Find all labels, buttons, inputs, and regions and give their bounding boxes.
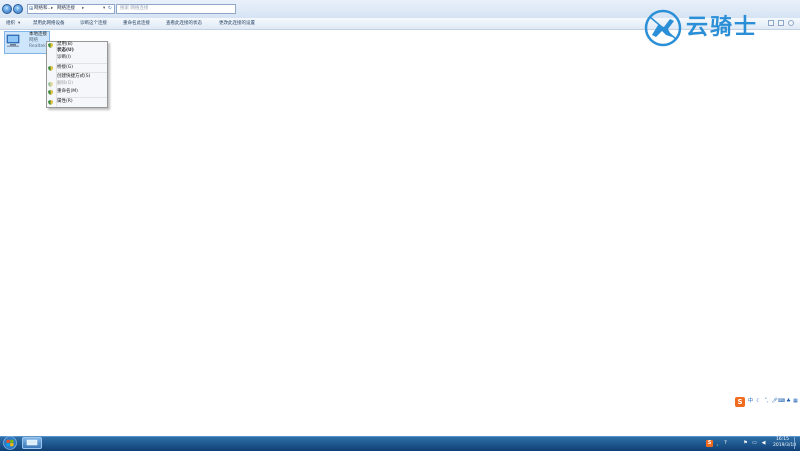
connection-status: 网络	[29, 38, 38, 43]
breadcrumb-separator-icon[interactable]: ▸	[82, 5, 84, 13]
menu-item-diagnose[interactable]: 诊断(I)	[57, 55, 71, 61]
uac-shield-icon	[48, 82, 53, 87]
back-button[interactable]: ‹	[2, 4, 12, 14]
tray-sogou-icon[interactable]: S	[706, 440, 713, 447]
search-placeholder: 搜索 网络连接	[120, 6, 149, 11]
preview-pane-icon[interactable]	[778, 20, 784, 26]
organize-button[interactable]: 组织	[6, 20, 15, 27]
forward-button[interactable]: ›	[13, 4, 23, 14]
network-window-icon	[26, 439, 38, 446]
tray-ime-options-icon[interactable]: ‸	[714, 440, 721, 447]
taskbar	[0, 436, 800, 451]
help-icon[interactable]	[788, 20, 794, 26]
breadcrumb-item-network[interactable]: 网络和...	[34, 5, 52, 13]
view-options-icon[interactable]	[768, 20, 774, 26]
disable-device-button[interactable]: 禁用此网络设备	[33, 20, 65, 27]
menu-item-delete: 删除(D)	[57, 81, 73, 86]
uac-shield-icon	[48, 43, 53, 48]
network-adapter-icon	[6, 34, 20, 47]
rename-button[interactable]: 重命名此连接	[123, 20, 150, 27]
connection-adapter: Realtek	[29, 44, 46, 49]
mic-icon[interactable]: 🎤︎	[771, 398, 778, 405]
uac-shield-icon	[48, 66, 53, 71]
show-desktop-button[interactable]	[794, 437, 800, 449]
speaker-icon[interactable]: ◀	[760, 440, 767, 447]
menu-separator	[57, 63, 107, 64]
search-input[interactable]: 搜索 网络连接	[116, 4, 236, 14]
refresh-icon[interactable]: ↻	[108, 5, 112, 13]
uac-shield-icon	[48, 100, 53, 105]
organize-dropdown-icon: ▾	[18, 21, 21, 26]
sogou-ime-logo[interactable]: S	[735, 397, 745, 407]
change-settings-button[interactable]: 更改此连接的设置	[219, 20, 255, 27]
punct-icon[interactable]: ˚,	[763, 398, 770, 405]
history-dropdown-icon[interactable]: ▾	[103, 5, 105, 13]
view-status-button[interactable]: 查看此连接的状态	[166, 20, 202, 27]
start-button-icon[interactable]	[1, 436, 19, 450]
menu-item-status[interactable]: 状态(U)	[57, 48, 74, 54]
tray-help-icon[interactable]: ?	[722, 440, 729, 447]
yunqishi-logo-icon	[644, 9, 682, 47]
keyboard-icon[interactable]: ⌨	[778, 398, 785, 405]
watermark-text: 云骑士	[686, 15, 759, 40]
menu-item-create-shortcut[interactable]: 创建快捷方式(S)	[57, 74, 90, 80]
view-controls	[760, 18, 796, 29]
menu-separator	[57, 97, 107, 98]
menu-item-bridge[interactable]: 桥接(G)	[57, 65, 73, 71]
breadcrumb-separator-icon[interactable]: ▸	[51, 5, 53, 13]
grid-icon[interactable]: ▦	[792, 398, 799, 405]
menu-item-rename[interactable]: 重命名(M)	[57, 89, 78, 95]
moon-icon[interactable]: ☾	[755, 398, 762, 405]
network-folder-icon: ⊞	[29, 6, 34, 12]
ime-chinese-mode[interactable]: 中	[747, 398, 754, 405]
menu-separator	[57, 72, 107, 73]
connection-name: 本地连接	[29, 32, 47, 37]
network-icon[interactable]: ▭	[751, 440, 758, 447]
diagnose-button[interactable]: 诊断这个连接	[80, 20, 107, 27]
clock-date[interactable]: 2019/3/18	[773, 443, 796, 449]
flag-icon[interactable]: ⚑	[742, 440, 749, 447]
uac-shield-icon	[48, 90, 53, 95]
breadcrumb-item-connections[interactable]: 网络连接	[57, 5, 75, 13]
shirt-icon[interactable]: ♣	[785, 398, 792, 405]
menu-item-properties[interactable]: 属性(R)	[57, 99, 73, 105]
ime-toolbar: S 中 ☾ ˚, 🎤︎ ⌨ ♣ ▦	[735, 396, 798, 408]
